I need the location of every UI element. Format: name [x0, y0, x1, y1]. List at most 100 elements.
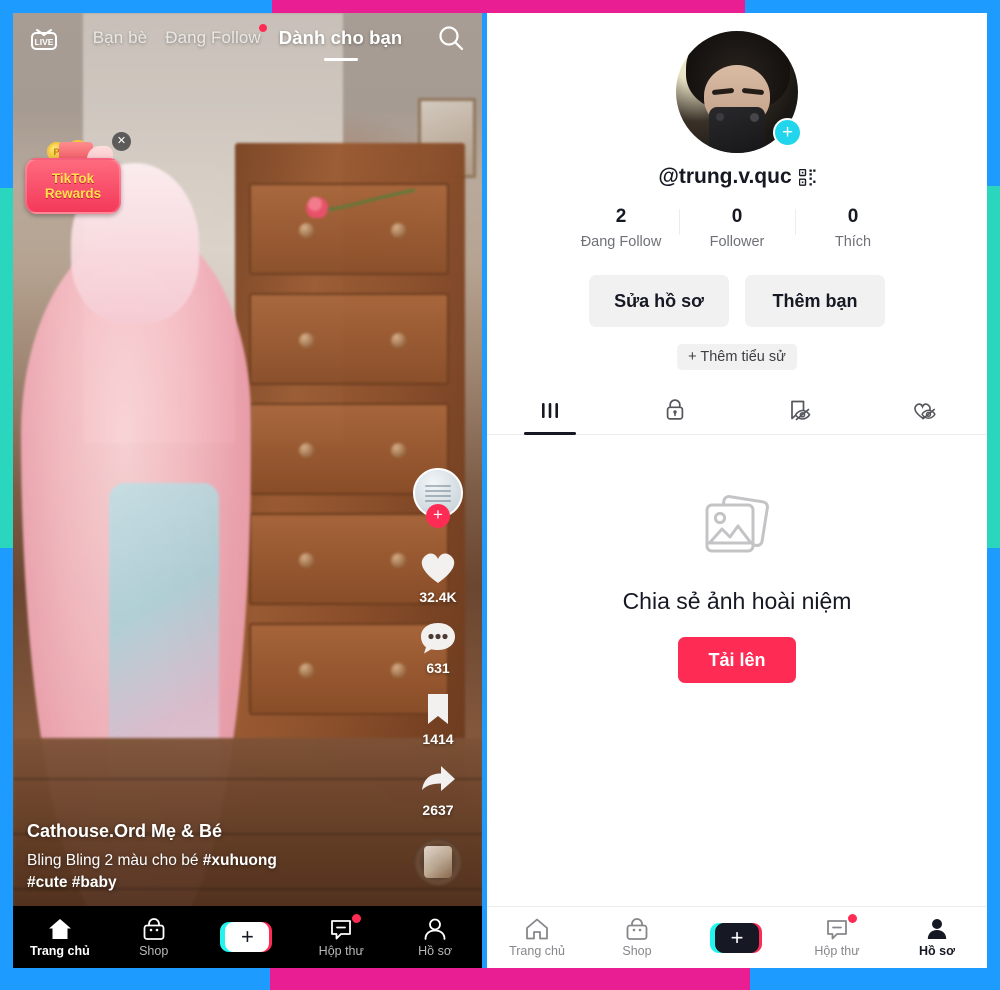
feed-tab-friends[interactable]: Bạn bè	[93, 28, 147, 48]
profile-tab-bar	[487, 385, 987, 435]
live-icon[interactable]: LIVE	[27, 23, 61, 53]
home-icon	[526, 918, 548, 940]
empty-state: Chia sẻ ảnh hoài niệm Tải lên	[487, 491, 987, 683]
music-disc-artwork	[424, 846, 452, 878]
nav-inbox-label: Hộp thư	[318, 943, 364, 958]
photos-stack-icon	[705, 495, 769, 553]
nav-create[interactable]: +	[205, 922, 289, 952]
tiktok-rewards-sticker[interactable]: P P P TikTok Rewards ✕	[25, 132, 131, 218]
scene-drawer	[249, 293, 449, 385]
rewards-card[interactable]: TikTok Rewards	[25, 158, 121, 214]
video-description: Bling Bling 2 màu cho bé #xuhuong #cute …	[27, 850, 357, 894]
feed-tab-bar: Bạn bè Đang Follow Dành cho bạn	[61, 24, 434, 61]
frame-edge-right-top	[987, 0, 1000, 186]
inbox-icon	[827, 920, 847, 940]
feed-tab-following[interactable]: Đang Follow	[165, 24, 267, 48]
share-icon	[422, 766, 455, 791]
close-icon[interactable]: ✕	[112, 132, 131, 151]
heart-hidden-icon	[914, 402, 936, 420]
inbox-badge-dot	[352, 913, 362, 923]
nav-home-label: Trang chủ	[30, 943, 90, 958]
heart-icon	[421, 553, 455, 583]
feed-tab-friends-label: Bạn bè	[92, 28, 148, 47]
qr-code-icon[interactable]	[798, 168, 816, 186]
frame-edge-left-middle	[0, 188, 13, 548]
share-button[interactable]: 2637	[417, 761, 459, 818]
nav-home-label: Trang chủ	[509, 944, 565, 958]
scene-flower	[306, 188, 416, 218]
profile-handle: @trung.v.quc	[658, 165, 792, 188]
profile-avatar-wrapper[interactable]: +	[676, 31, 802, 153]
empty-state-title: Chia sẻ ảnh hoài niệm	[622, 588, 852, 614]
nav-home[interactable]: Trang chủ	[495, 917, 579, 958]
person-icon	[927, 919, 947, 939]
hashtags-cute-baby[interactable]: #cute #baby	[27, 874, 117, 891]
nav-shop-label: Shop	[622, 944, 652, 958]
bookmark-icon	[428, 694, 448, 724]
nav-create[interactable]: +	[695, 922, 779, 953]
avatar[interactable]: +	[413, 468, 463, 528]
nav-inbox[interactable]: Hộp thư	[299, 913, 383, 958]
edit-profile-button[interactable]: Sửa hồ sơ	[589, 275, 729, 327]
profile-bottom-navigation: Trang chủ Shop + Hộp thư Hồ sơ	[487, 906, 987, 968]
search-icon[interactable]	[434, 21, 468, 55]
rewards-line-2: Rewards	[44, 186, 102, 201]
video-caption-block: Cathouse.Ord Mẹ & Bé Bling Bling 2 màu c…	[27, 821, 357, 894]
avatar-phone-lens	[750, 113, 759, 122]
nav-profile-label: Hồ sơ	[418, 943, 453, 958]
like-button[interactable]: 32.4K	[417, 548, 459, 605]
stat-likes-value: 0	[847, 206, 859, 227]
video-action-rail: + 32.4K 631 1414 2637	[402, 468, 474, 886]
video-author-name[interactable]: Cathouse.Ord Mẹ & Bé	[27, 821, 357, 842]
nav-profile[interactable]: Hồ sơ	[895, 917, 979, 958]
add-story-button[interactable]: +	[773, 118, 802, 147]
bookmark-hidden-icon	[791, 400, 811, 420]
tab-saved[interactable]	[737, 385, 862, 434]
profile-action-buttons: Sửa hồ sơ Thêm bạn	[487, 275, 987, 327]
create-plus-icon[interactable]: +	[220, 922, 273, 952]
nav-home[interactable]: Trang chủ	[18, 917, 102, 958]
inbox-badge-dot	[848, 914, 857, 923]
stat-likes[interactable]: 0 Thích	[795, 205, 911, 250]
svg-text:LIVE: LIVE	[35, 37, 54, 47]
comment-icon	[421, 623, 455, 654]
create-plus-glyph: +	[225, 922, 270, 952]
frame-edge-bottom-left	[0, 968, 270, 990]
bookmark-button[interactable]: 1414	[417, 690, 459, 747]
following-notification-dot	[258, 24, 267, 32]
comment-button[interactable]: 631	[417, 619, 459, 676]
add-friends-button[interactable]: Thêm bạn	[745, 275, 885, 327]
hashtag-xuhuong[interactable]: #xuhuong	[203, 852, 277, 869]
nav-inbox[interactable]: Hộp thư	[795, 914, 879, 958]
share-count: 2637	[422, 802, 454, 818]
stat-followers[interactable]: 0 Follower	[679, 205, 795, 250]
inbox-icon	[331, 919, 352, 939]
shop-bag-icon	[143, 917, 165, 940]
bookmark-count: 1414	[422, 731, 454, 747]
person-icon	[424, 918, 446, 940]
frame-edge-top-right	[745, 0, 1000, 13]
tab-private[interactable]	[612, 385, 737, 434]
feed-tab-for-you[interactable]: Dành cho bạn	[279, 27, 403, 61]
frame-edge-left-bottom	[0, 548, 13, 990]
nav-shop[interactable]: Shop	[112, 917, 196, 958]
tab-liked[interactable]	[862, 385, 987, 434]
frame-edge-right-middle	[987, 186, 1000, 548]
add-bio-button[interactable]: + Thêm tiểu sử	[677, 344, 797, 370]
stat-followers-value: 0	[731, 206, 743, 227]
stat-likes-label: Thích	[834, 234, 872, 250]
feed-screen: LIVE Bạn bè Đang Follow Dành cho bạn P T…	[13, 13, 482, 968]
like-count: 32.4K	[419, 589, 457, 605]
tab-posts[interactable]	[487, 385, 612, 434]
create-plus-icon[interactable]: +	[710, 922, 762, 953]
music-disc-icon[interactable]	[414, 838, 462, 886]
frame-edge-top-middle	[272, 0, 745, 13]
upload-button[interactable]: Tải lên	[678, 637, 796, 683]
frame-edge-right-bottom	[987, 548, 1000, 990]
nav-inbox-label: Hộp thư	[814, 944, 860, 958]
nav-shop[interactable]: Shop	[595, 917, 679, 958]
stat-following[interactable]: 2 Đang Follow	[563, 205, 679, 250]
nav-profile[interactable]: Hồ sơ	[393, 917, 477, 958]
follow-button[interactable]: +	[426, 504, 450, 528]
profile-handle-row: @trung.v.quc	[487, 165, 987, 189]
